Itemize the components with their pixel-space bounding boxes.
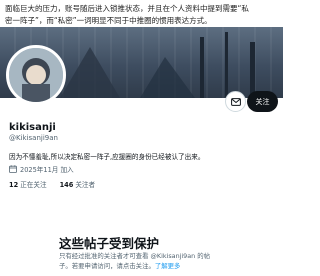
- avatar-image: [9, 48, 63, 102]
- protected-line-2: 子。若要申请访问，请点击关注。了解更多: [59, 261, 279, 271]
- message-button[interactable]: [225, 91, 246, 112]
- protected-message: 只有经过批准的关注者才可查看 @Kikisanji9an 的帖 子。若要申请访问…: [59, 251, 279, 271]
- display-name: kikisanji: [9, 122, 56, 133]
- protected-line-2-text: 子。若要申请访问，请点击关注。: [59, 262, 155, 270]
- followers-count: 146: [59, 181, 74, 189]
- excerpt-line-1: 面临巨大的压力，账号随后进入锁推状态，并且在个人资料中提到需要“私: [5, 4, 249, 13]
- followers-label: 关注者: [75, 181, 96, 189]
- avatar[interactable]: [6, 45, 66, 105]
- excerpt-line-2: 密一阵子”，而“私密”一词明显不同于中推圈的惯用表达方式。: [5, 16, 212, 25]
- calendar-icon: [9, 165, 17, 173]
- follow-stats: 12 正在关注 146 关注者: [9, 179, 95, 189]
- learn-more-link[interactable]: 了解更多: [155, 262, 181, 270]
- mail-icon: [230, 97, 241, 106]
- following-count: 12: [9, 181, 19, 189]
- followers-link[interactable]: 146 关注者: [60, 179, 96, 189]
- user-handle: @Kikisanji9an: [9, 134, 58, 142]
- protected-title: 这些帖子受到保护: [59, 236, 160, 251]
- protected-line-1: 只有经过批准的关注者才可查看 @Kikisanji9an 的帖: [59, 252, 211, 260]
- profile-bio: 因为不懂羞耻,所以决定私密一阵子,应援圈的身份已经被认了出来。: [9, 153, 205, 161]
- join-date: 2025年11月 加入: [9, 164, 74, 174]
- join-date-text: 2025年11月 加入: [20, 166, 74, 174]
- following-link[interactable]: 12 正在关注: [9, 179, 47, 189]
- follow-button[interactable]: 关注: [247, 91, 278, 112]
- following-label: 正在关注: [20, 181, 47, 189]
